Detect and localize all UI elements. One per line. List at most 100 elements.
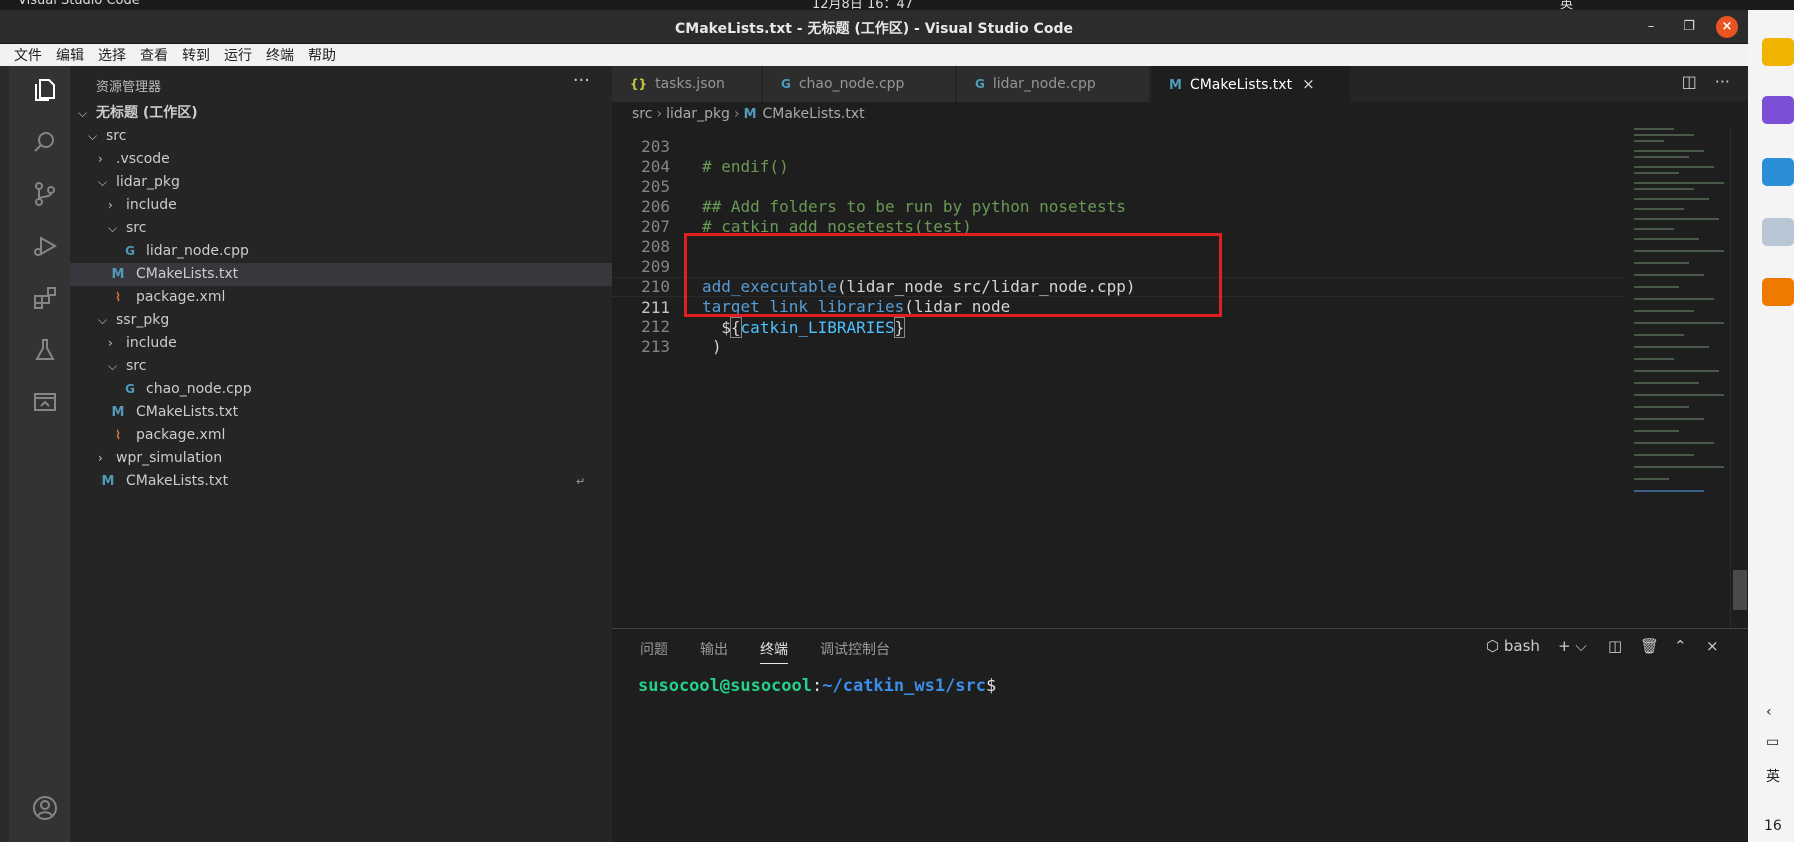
- maximize-button[interactable]: ❐: [1678, 16, 1700, 38]
- testing-flask-icon[interactable]: [25, 330, 65, 370]
- minimize-button[interactable]: –: [1640, 16, 1662, 38]
- breadcrumb-item[interactable]: lidar_pkg: [666, 106, 730, 122]
- menu-run[interactable]: 运行: [224, 45, 252, 65]
- account-icon[interactable]: [25, 788, 65, 828]
- tree-item[interactable]: › include: [70, 194, 612, 217]
- chevron-right-icon: ›: [108, 198, 113, 212]
- close-panel-icon[interactable]: ×: [1706, 637, 1719, 655]
- tree-item[interactable]: ⌵ src: [70, 125, 612, 148]
- tree-item-selected[interactable]: M CMakeLists.txt: [70, 263, 612, 286]
- app-icon[interactable]: [1762, 96, 1794, 124]
- editor-tab-bar: {} tasks.json Gchao_node.cpp Glidar_node.…: [612, 66, 1748, 102]
- tree-item-label: package.xml: [136, 427, 226, 443]
- menu-go[interactable]: 转到: [182, 45, 210, 65]
- panel-tab-terminal[interactable]: 终端: [760, 639, 788, 664]
- menu-bar: 文件 编辑 选择 查看 转到 运行 终端 帮助: [0, 44, 1748, 66]
- menu-selection[interactable]: 选择: [98, 45, 126, 65]
- remote-explorer-icon[interactable]: [25, 382, 65, 422]
- explorer-header: 资源管理器: [96, 80, 162, 95]
- app-icon[interactable]: [1762, 218, 1794, 246]
- tree-item-label: lidar_node.cpp: [146, 243, 249, 259]
- cmake-file-icon: M: [743, 107, 757, 122]
- tree-item-label: ssr_pkg: [116, 312, 170, 328]
- os-clock[interactable]: 12月8日 16：47: [812, 0, 913, 10]
- terminal-icon: ⬡: [1486, 637, 1500, 655]
- tree-item[interactable]: ⌇ package.xml: [70, 286, 612, 309]
- new-terminal-button[interactable]: + ⌵: [1558, 637, 1587, 655]
- terminal-prompt[interactable]: susocool@susocool:~/catkin_ws1/src$: [638, 676, 996, 696]
- run-debug-icon[interactable]: [25, 226, 65, 266]
- breadcrumb-item[interactable]: CMakeLists.txt: [763, 106, 865, 122]
- code-editor[interactable]: 203 # endif() 204 205 ## Add folders to …: [612, 126, 1748, 628]
- tree-item[interactable]: G lidar_node.cpp: [70, 240, 612, 263]
- source-control-icon[interactable]: [25, 174, 65, 214]
- menu-edit[interactable]: 编辑: [56, 45, 84, 65]
- editor-scrollbar[interactable]: [1730, 126, 1748, 628]
- tree-item[interactable]: › include: [70, 332, 612, 355]
- code-line: 204: [612, 137, 1622, 176]
- trash-icon[interactable]: 🗑: [1640, 637, 1659, 655]
- menu-terminal[interactable]: 终端: [266, 45, 294, 65]
- tree-item-label: wpr_simulation: [116, 450, 223, 466]
- scrollbar-thumb[interactable]: [1733, 570, 1747, 610]
- tree-item[interactable]: ⌵ src: [70, 355, 612, 378]
- tree-item[interactable]: ⌇ package.xml: [70, 424, 612, 447]
- workspace-root[interactable]: ⌵ 无标题 (工作区): [70, 102, 612, 125]
- tree-item-label: src: [106, 128, 127, 144]
- tab-label: tasks.json: [655, 76, 725, 92]
- code-line: 205 ## Add folders to be run by python n…: [612, 157, 1622, 216]
- activity-bar: [0, 66, 70, 842]
- more-actions-icon[interactable]: ···: [573, 70, 590, 91]
- menu-view[interactable]: 查看: [140, 45, 168, 65]
- tree-item[interactable]: ⌵ ssr_pkg: [70, 309, 612, 332]
- editor-actions: ◫ ···: [1682, 72, 1730, 91]
- tree-item-label: lidar_pkg: [116, 174, 180, 190]
- panel-tab-debug-console[interactable]: 调试控制台: [820, 639, 890, 659]
- tree-item[interactable]: M CMakeLists.txt ↵: [70, 470, 612, 493]
- cmake-file-icon: M: [101, 474, 115, 489]
- split-terminal-icon[interactable]: ◫: [1608, 637, 1622, 655]
- explorer-sidebar: 资源管理器 ··· ⌵ 无标题 (工作区) ⌵ src › .vscode ⌵ …: [70, 66, 612, 842]
- close-tab-icon[interactable]: ×: [1302, 75, 1315, 93]
- tree-item-label: include: [126, 197, 177, 213]
- terminal-shell-selector[interactable]: ⬡ bash: [1486, 637, 1540, 655]
- code-line-current: 211 ${catkin_LIBRARIES}: [612, 277, 1622, 338]
- close-window-button[interactable]: ×: [1716, 16, 1738, 38]
- breadcrumb-item[interactable]: src: [632, 106, 652, 122]
- files-app-icon[interactable]: [1762, 38, 1794, 66]
- chevron-right-icon: ›: [98, 152, 103, 166]
- extensions-icon[interactable]: [25, 278, 65, 318]
- tree-item[interactable]: M CMakeLists.txt: [70, 401, 612, 424]
- maximize-panel-icon[interactable]: ⌃: [1674, 637, 1687, 655]
- more-actions-icon[interactable]: ···: [1715, 72, 1730, 91]
- menu-help[interactable]: 帮助: [308, 45, 336, 65]
- dock-input-method[interactable]: 英: [1766, 766, 1780, 786]
- panel-tab-output[interactable]: 输出: [700, 639, 728, 659]
- tab-chao-node-cpp[interactable]: Gchao_node.cpp: [763, 66, 956, 102]
- search-icon[interactable]: [25, 122, 65, 162]
- menu-file[interactable]: 文件: [14, 45, 42, 65]
- tree-item[interactable]: › .vscode: [70, 148, 612, 171]
- minimap[interactable]: [1634, 126, 1730, 506]
- tree-item-label: src: [126, 358, 147, 374]
- tab-cmakelists-txt[interactable]: M CMakeLists.txt ×: [1151, 66, 1351, 102]
- tree-item[interactable]: ⌵ lidar_pkg: [70, 171, 612, 194]
- tab-tasks-json[interactable]: {} tasks.json: [612, 66, 762, 102]
- chevron-right-icon: ›: [656, 106, 663, 122]
- tree-item[interactable]: G chao_node.cpp: [70, 378, 612, 401]
- app-icon[interactable]: [1762, 278, 1794, 306]
- chevron-down-icon: ⌵: [88, 129, 98, 143]
- os-input-method[interactable]: 英: [1560, 0, 1573, 10]
- panel-tab-problems[interactable]: 问题: [640, 639, 668, 659]
- cpp-file-icon: G: [975, 77, 985, 91]
- cpp-file-icon: G: [781, 77, 791, 91]
- tree-item[interactable]: › wpr_simulation: [70, 447, 612, 470]
- os-top-bar: Visual Studio Code 12月8日 16：47 英: [0, 0, 1794, 10]
- tab-lidar-node-cpp[interactable]: Glidar_node.cpp: [957, 66, 1150, 102]
- os-app-name[interactable]: Visual Studio Code: [18, 0, 140, 8]
- explorer-icon[interactable]: [25, 70, 65, 110]
- chevron-left-icon[interactable]: ‹: [1766, 704, 1772, 720]
- tree-item[interactable]: ⌵ src: [70, 217, 612, 240]
- browser-app-icon[interactable]: [1762, 158, 1794, 186]
- split-editor-icon[interactable]: ◫: [1682, 72, 1697, 91]
